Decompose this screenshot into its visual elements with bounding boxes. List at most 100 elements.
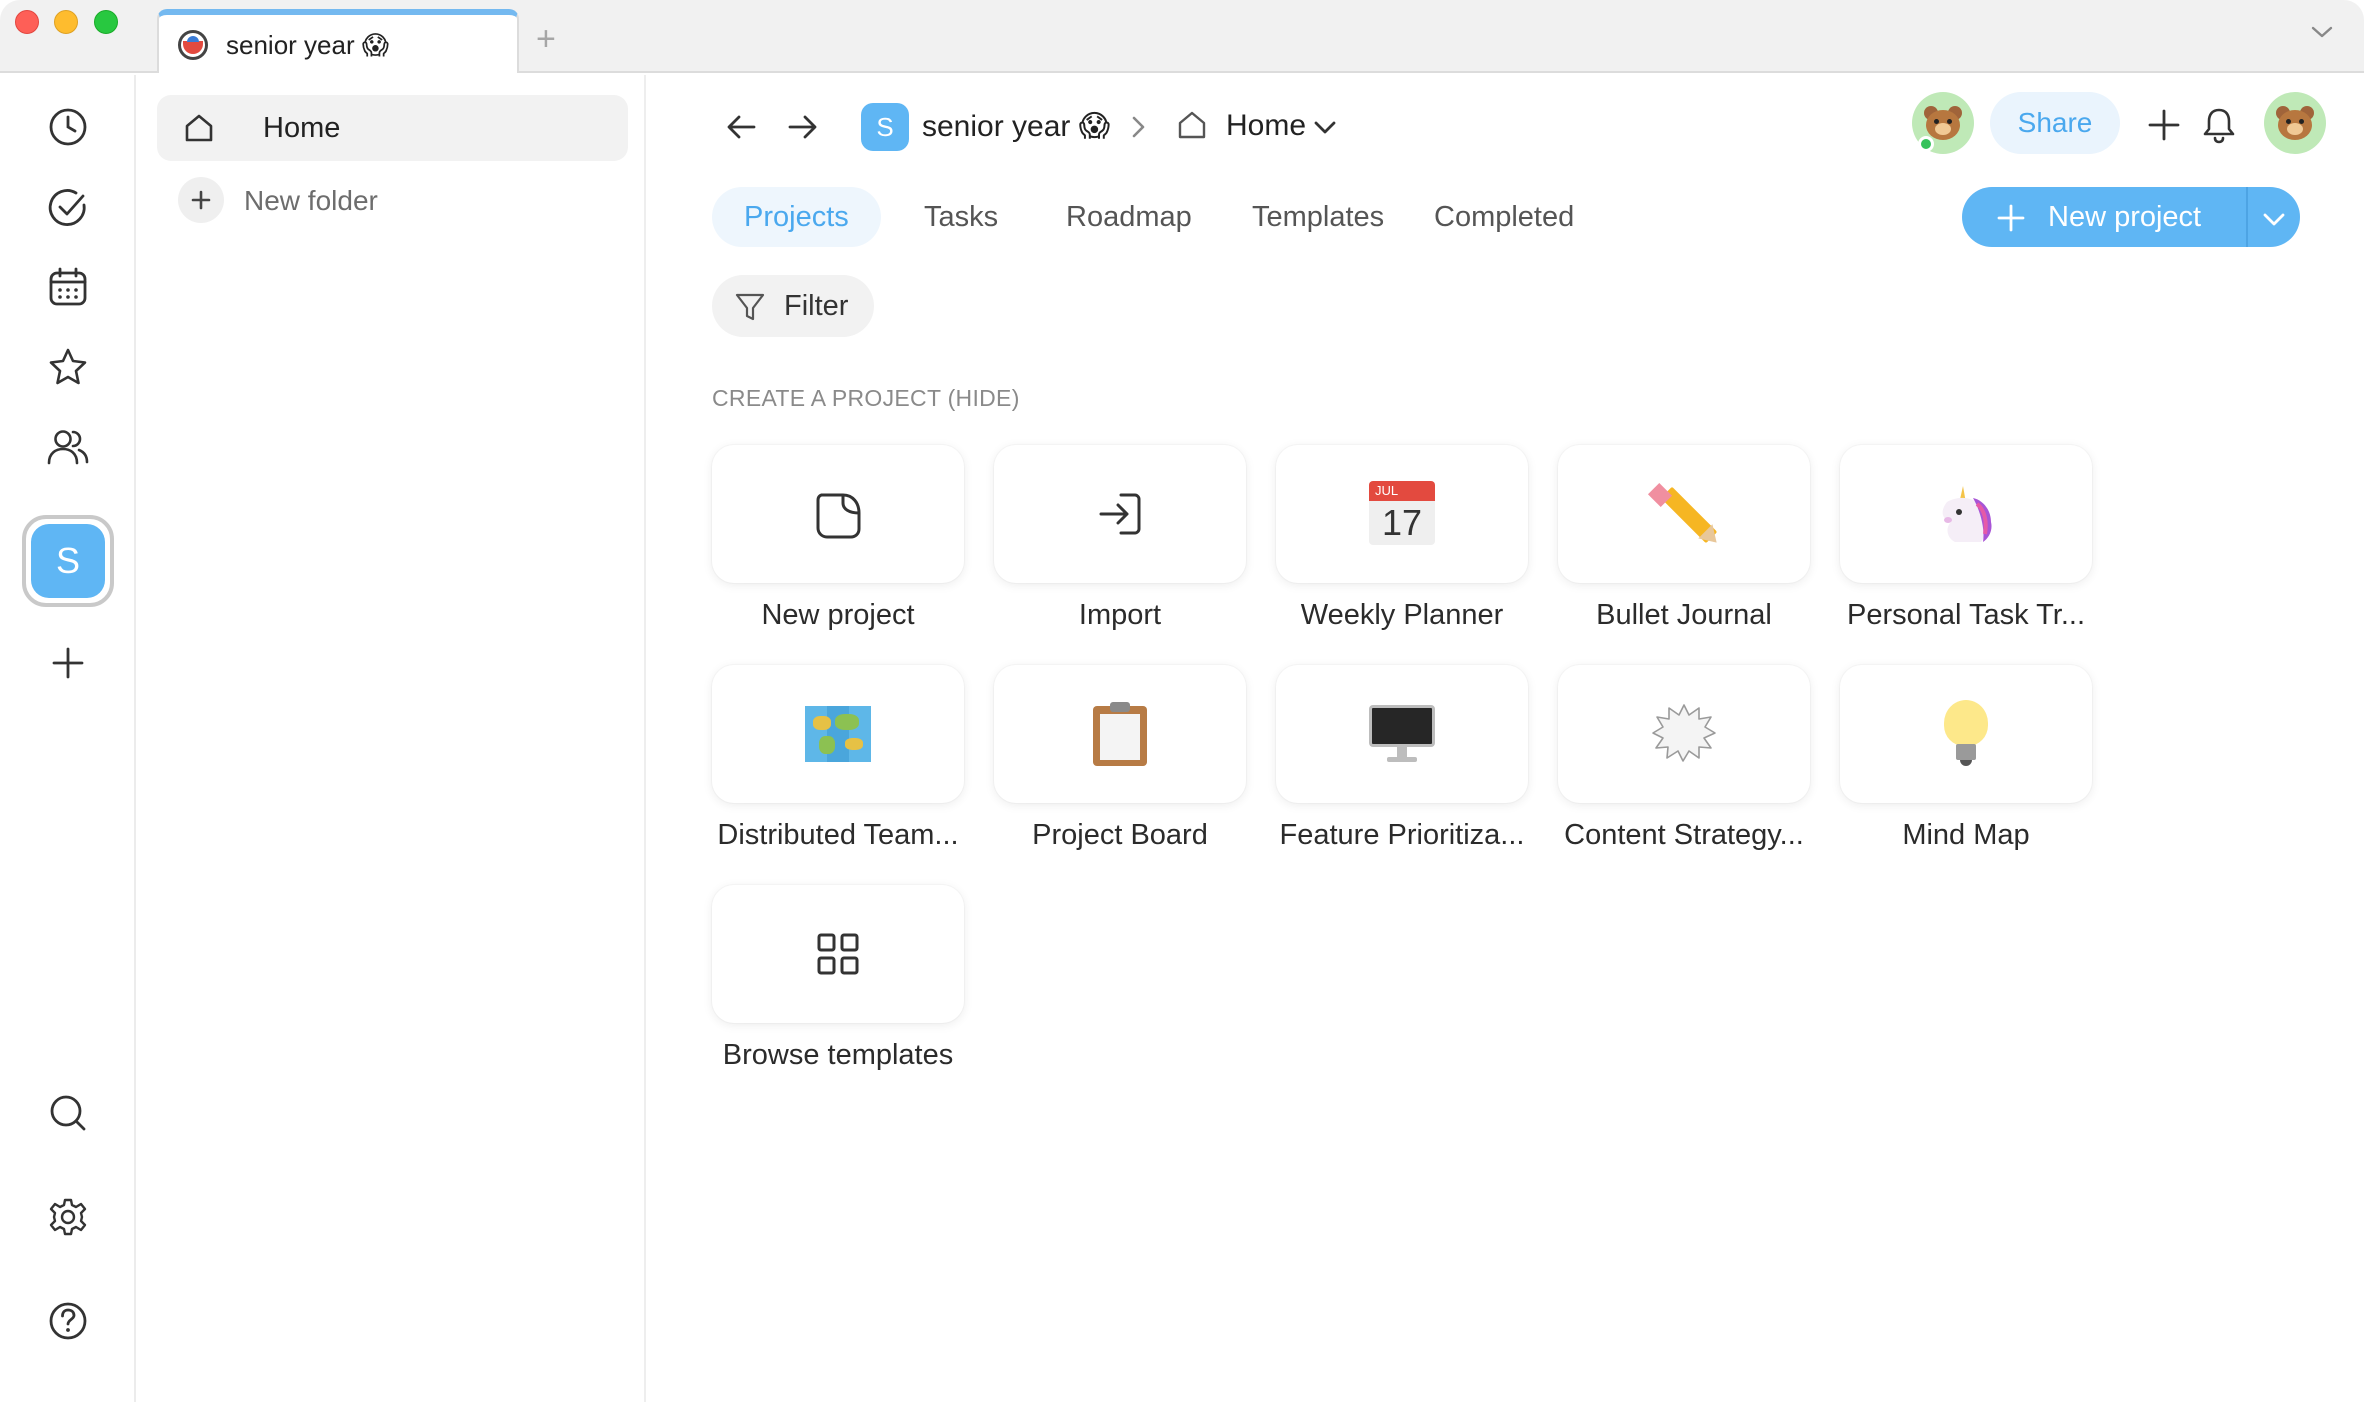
help-button[interactable]	[40, 1293, 96, 1349]
tab-roadmap[interactable]: Roadmap	[1034, 187, 1224, 247]
online-status-dot	[1918, 136, 1934, 152]
zoom-window-button[interactable]	[94, 10, 118, 34]
clock-icon	[49, 108, 87, 146]
card-label: New project	[761, 599, 915, 631]
chevron-down-icon[interactable]	[2310, 24, 2334, 40]
minimize-window-button[interactable]	[54, 10, 78, 34]
grid-icon	[817, 933, 859, 975]
close-window-button[interactable]	[15, 10, 39, 34]
card-browse-templates[interactable]: Browse templates	[712, 885, 964, 1072]
plus-icon	[1997, 204, 2025, 232]
new-project-label: New project	[2048, 201, 2202, 233]
plus-icon	[52, 647, 84, 679]
app-logo-icon	[178, 30, 208, 60]
card-new-project[interactable]: New project	[712, 445, 964, 632]
new-project-button[interactable]: New project	[1962, 187, 2300, 247]
sidebar-item-home[interactable]: Home	[157, 95, 628, 161]
recent-button[interactable]	[40, 99, 96, 155]
breadcrumb-workspace-avatar[interactable]: S	[861, 103, 909, 151]
card-distributed-team[interactable]: Distributed Team...	[712, 665, 964, 852]
new-folder-button[interactable]: New folder	[178, 177, 618, 229]
filter-icon	[735, 293, 765, 321]
bear-avatar-icon	[1923, 106, 1963, 140]
star-icon	[49, 348, 87, 385]
breadcrumb-workspace-name[interactable]: senior year 😱	[922, 109, 1110, 144]
people-icon	[47, 430, 89, 465]
my-tasks-button[interactable]	[40, 179, 96, 235]
map-emoji-icon	[805, 706, 871, 762]
card-label: Browse templates	[722, 1039, 954, 1071]
favorites-button[interactable]	[40, 339, 96, 395]
chevron-down-icon[interactable]	[1313, 115, 1337, 139]
pencil-emoji-icon	[1647, 479, 1724, 550]
home-icon	[185, 114, 213, 142]
new-project-icon	[816, 493, 861, 539]
search-button[interactable]	[40, 1085, 96, 1141]
app-window: senior year 😱 + S Home New folder S seni…	[0, 0, 2364, 1402]
create-project-section-label[interactable]: CREATE A PROJECT (HIDE)	[712, 385, 1020, 412]
user-avatar[interactable]	[2264, 92, 2326, 154]
sidebar-item-label: Home	[263, 112, 341, 144]
plus-icon[interactable]	[2144, 105, 2184, 145]
tab-templates[interactable]: Templates	[1220, 187, 1416, 247]
title-bar: senior year 😱 +	[0, 0, 2364, 73]
card-label: Feature Prioritiza...	[1279, 819, 1525, 851]
home-icon	[1178, 111, 1206, 139]
card-label: Bullet Journal	[1596, 599, 1772, 631]
check-circle-icon	[48, 189, 86, 226]
bear-avatar-icon	[2275, 106, 2315, 140]
plus-icon	[178, 177, 224, 223]
card-content-strategy[interactable]: Content Strategy...	[1558, 665, 1810, 852]
calendar-icon	[49, 267, 87, 306]
main-content: S senior year 😱 Home Share Projects Task…	[648, 75, 2364, 1402]
filter-label: Filter	[784, 290, 849, 322]
add-workspace-button[interactable]	[40, 635, 96, 691]
speech-burst-emoji-icon	[1652, 704, 1716, 762]
card-label: Distributed Team...	[717, 819, 959, 851]
collaborator-avatar[interactable]	[1912, 92, 1974, 154]
card-import[interactable]: Import	[994, 445, 1246, 632]
card-label: Content Strategy...	[1564, 819, 1804, 851]
tab-tasks[interactable]: Tasks	[892, 187, 1030, 247]
card-mind-map[interactable]: Mind Map	[1840, 665, 2092, 852]
tab-projects[interactable]: Projects	[712, 187, 881, 247]
back-arrow-icon[interactable]	[720, 105, 764, 149]
search-icon	[50, 1095, 86, 1131]
card-feature-prioritization[interactable]: Feature Prioritiza...	[1276, 665, 1528, 852]
card-label: Import	[1078, 599, 1162, 631]
card-label: Mind Map	[1902, 819, 2030, 851]
sidebar: Home New folder	[138, 75, 646, 1402]
card-label: Weekly Planner	[1300, 599, 1504, 631]
workspace-avatar: S	[31, 524, 105, 598]
bell-icon[interactable]	[2199, 105, 2239, 145]
new-folder-label: New folder	[244, 185, 378, 216]
card-personal-task-tracker[interactable]: Personal Task Tr...	[1840, 445, 2092, 632]
browser-tab[interactable]: senior year 😱	[157, 9, 519, 73]
card-weekly-planner[interactable]: JUL 17 Weekly Planner	[1276, 445, 1528, 632]
settings-button[interactable]	[40, 1189, 96, 1245]
filter-button[interactable]: Filter	[712, 275, 874, 337]
breadcrumb-location[interactable]: Home	[1226, 109, 1306, 143]
help-icon	[49, 1302, 87, 1340]
workspace-switcher[interactable]: S	[22, 515, 114, 607]
gear-icon	[49, 1198, 87, 1236]
forward-arrow-icon[interactable]	[780, 105, 824, 149]
card-bullet-journal[interactable]: Bullet Journal	[1558, 445, 1810, 632]
calendar-button[interactable]	[40, 259, 96, 315]
card-project-board[interactable]: Project Board	[994, 665, 1246, 852]
icon-rail: S	[0, 75, 136, 1402]
lightbulb-emoji-icon	[1944, 700, 1988, 768]
monitor-emoji-icon	[1369, 705, 1435, 763]
chevron-down-icon[interactable]	[2262, 207, 2286, 231]
card-label: Personal Task Tr...	[1846, 599, 2086, 631]
share-button[interactable]: Share	[1990, 92, 2120, 154]
people-button[interactable]	[40, 419, 96, 475]
calendar-emoji-icon: JUL 17	[1369, 481, 1435, 547]
clipboard-emoji-icon	[1093, 702, 1147, 766]
card-label: Project Board	[1032, 819, 1208, 851]
import-icon	[1099, 493, 1141, 535]
tab-title: senior year 😱	[226, 30, 389, 60]
tab-completed[interactable]: Completed	[1402, 187, 1606, 247]
new-tab-button[interactable]: +	[536, 22, 556, 56]
unicorn-emoji-icon	[1942, 486, 1992, 542]
